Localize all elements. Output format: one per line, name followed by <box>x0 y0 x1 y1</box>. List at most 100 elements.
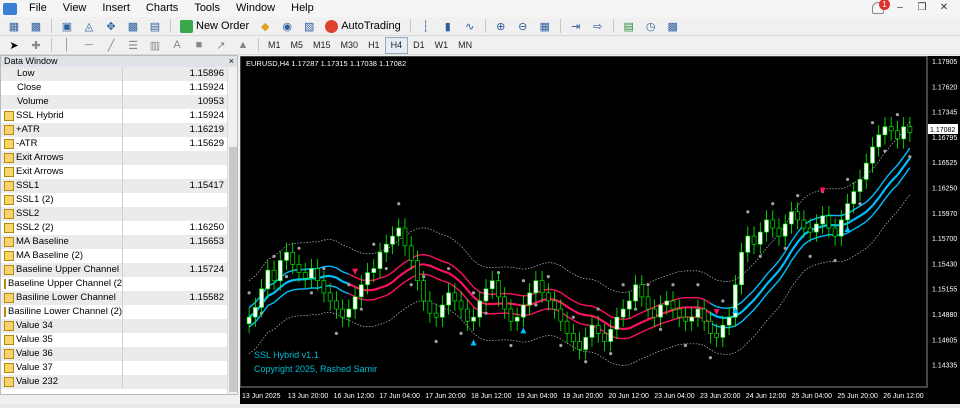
trendline-icon[interactable]: ╱ <box>103 38 119 52</box>
timeframe-w1[interactable]: W1 <box>430 38 454 53</box>
candle-body <box>795 211 800 221</box>
zoom-out-icon[interactable]: ⊖ <box>515 19 531 33</box>
candle-body <box>340 308 345 318</box>
ssl-dot <box>783 246 787 250</box>
timeframe-m1[interactable]: M1 <box>263 38 286 53</box>
shapes-icon[interactable]: ▲ <box>235 38 251 52</box>
menu-charts[interactable]: Charts <box>138 0 186 17</box>
market-icon[interactable]: ▧ <box>301 19 317 33</box>
data-row-name: Value 232 <box>1 375 123 389</box>
ssl-dot <box>596 307 600 311</box>
candle-body <box>789 211 794 225</box>
data-window-scrollbar[interactable] <box>227 67 237 394</box>
ssl-dot <box>384 266 388 271</box>
cursor-icon[interactable]: ➤ <box>6 38 22 52</box>
time-tick-label: 23 Jun 04:00 <box>654 393 695 400</box>
tile-windows-icon[interactable]: ▦ <box>537 19 553 33</box>
arrow-icon[interactable]: ↗ <box>213 38 229 52</box>
timeframe-m15[interactable]: M15 <box>308 38 336 53</box>
minimize-icon[interactable]: – <box>894 2 906 14</box>
data-row-name: -ATR <box>1 137 123 151</box>
strategy-tester-icon[interactable]: ▤ <box>147 19 163 33</box>
data-row-name: SSL1 (2) <box>1 193 123 207</box>
candle-body <box>421 280 426 302</box>
price-chart[interactable]: 1.17905 1.17620 1.17345 1.16795 1.16525 1.162… <box>240 56 960 404</box>
timeframe-m30[interactable]: M30 <box>336 38 364 53</box>
close-icon[interactable]: ✕ <box>938 2 950 14</box>
data-row-label: SSL1 <box>16 180 40 191</box>
data-row: SSL2 (2) 1.16250 <box>1 221 227 235</box>
ssl-dot <box>284 275 289 279</box>
notification-bell-icon[interactable]: 1 <box>872 0 890 14</box>
candle-body <box>826 215 832 229</box>
indicators-icon[interactable]: ▤ <box>621 19 637 33</box>
profiles-icon[interactable]: ▩ <box>28 19 44 33</box>
autotrading-button[interactable]: AutoTrading <box>320 18 406 35</box>
ssl-dot <box>721 299 725 303</box>
line-chart-icon[interactable]: ∿ <box>462 19 478 33</box>
indicator-icon <box>4 363 14 373</box>
new-chart-icon[interactable]: ▦ <box>6 19 22 33</box>
new-order-button[interactable]: New Order <box>175 18 254 35</box>
timeframe-mn[interactable]: MN <box>453 38 477 53</box>
separator <box>559 19 561 33</box>
templates-icon[interactable]: ▩ <box>665 19 681 33</box>
scrollbar-thumb[interactable] <box>229 147 237 392</box>
equidistant-channel-icon[interactable]: ☰ <box>125 38 141 52</box>
crosshair-icon[interactable]: ✚ <box>28 38 44 52</box>
menu-insert[interactable]: Insert <box>94 0 138 17</box>
data-window-icon[interactable]: ◬ <box>81 19 97 33</box>
indicator-icon <box>4 237 14 247</box>
restore-icon[interactable]: ❐ <box>916 2 928 14</box>
candle-body <box>863 162 869 180</box>
timeframe-m5[interactable]: M5 <box>286 38 309 53</box>
separator <box>51 38 52 52</box>
candlestick-chart-icon[interactable]: ▮ <box>440 19 456 33</box>
data-row: Value 36 <box>1 347 227 361</box>
candle-body <box>832 227 838 237</box>
candle-body <box>876 134 882 148</box>
price-tick-label: 1.16250 <box>932 186 957 193</box>
data-row-label: Volume <box>17 96 49 107</box>
periods-icon[interactable]: ◷ <box>643 19 659 33</box>
text-label-icon[interactable]: A <box>169 38 185 52</box>
timeframe-d1[interactable]: D1 <box>408 38 430 53</box>
menu-help[interactable]: Help <box>283 0 322 17</box>
signals-icon[interactable]: ◉ <box>279 19 295 33</box>
terminal-icon[interactable]: ▩ <box>125 19 141 33</box>
horizontal-line-icon[interactable]: ─ <box>81 38 97 52</box>
menu-file[interactable]: File <box>21 0 55 17</box>
timeframe-h4[interactable]: H4 <box>384 36 409 54</box>
auto-scroll-icon[interactable]: ⇨ <box>590 19 606 33</box>
candle-body <box>845 203 850 221</box>
rectangle-icon[interactable]: ■ <box>191 38 207 52</box>
standard-toolbar: ▦ ▩ ▣ ◬ ✥ ▩ ▤ New Order ◆ ◉ ▧ AutoTradin… <box>0 17 960 36</box>
data-window-close-icon[interactable]: × <box>229 56 237 67</box>
data-row-label: SSL1 (2) <box>16 194 54 205</box>
data-row: SSL1 1.15417 <box>1 179 227 193</box>
vertical-line-icon[interactable]: │ <box>59 38 75 52</box>
data-row-name: Value 35 <box>1 333 123 347</box>
menu-view[interactable]: View <box>55 0 95 17</box>
zoom-in-icon[interactable]: ⊕ <box>493 19 509 33</box>
fibonacci-icon[interactable]: ▥ <box>147 38 163 52</box>
candle-body <box>882 126 888 136</box>
metaeditor-icon[interactable]: ◆ <box>257 19 273 33</box>
market-watch-icon[interactable]: ▣ <box>59 19 75 33</box>
data-row: Value 37 <box>1 361 227 375</box>
data-row-label: Low <box>17 68 35 79</box>
timeframe-h1[interactable]: H1 <box>363 38 385 53</box>
menu-tools[interactable]: Tools <box>186 0 228 17</box>
chart-header: EURUSD,H4 1.17287 1.17315 1.17038 1.1708… <box>246 59 406 68</box>
data-row-value: 1.15653 <box>189 236 224 247</box>
navigator-icon[interactable]: ✥ <box>103 19 119 33</box>
candle-body <box>683 316 688 322</box>
data-row-label: Basiline Lower Channel <box>16 292 116 303</box>
chart-shift-icon[interactable]: ⇥ <box>568 19 584 33</box>
menu-window[interactable]: Window <box>228 0 283 17</box>
bar-chart-icon[interactable]: ┆ <box>418 19 434 33</box>
status-strip <box>0 404 960 408</box>
indicator-icon <box>4 293 14 303</box>
data-row: MA Baseline 1.15653 <box>1 235 227 249</box>
data-row-value <box>123 361 227 375</box>
